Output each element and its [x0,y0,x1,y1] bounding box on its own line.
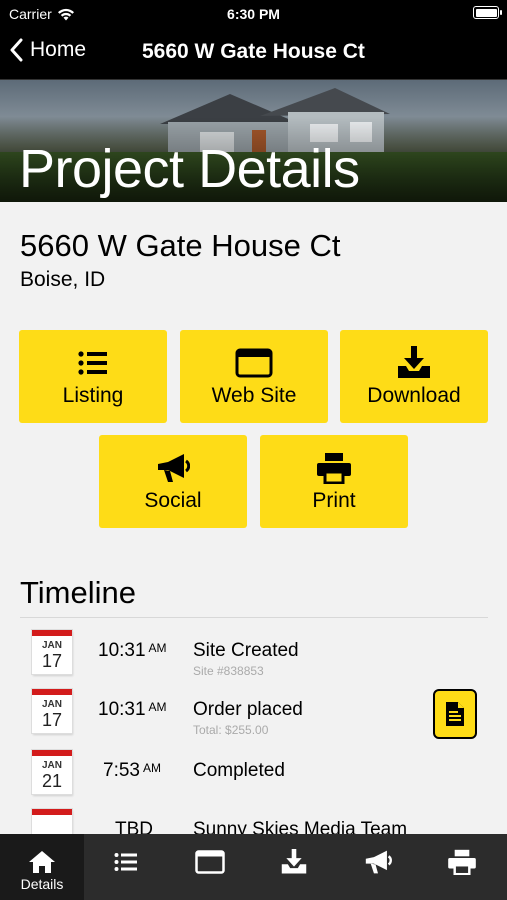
tab-website[interactable] [168,834,252,900]
tab-icon-wrap [84,848,168,876]
download-icon [281,849,307,874]
event-title: Site Created [193,640,299,661]
event-time: 10:31 AM [98,640,167,662]
tab-details[interactable]: Details [0,834,84,900]
status-bar: Carrier 6:30 PM [0,0,507,28]
printer-icon [317,453,351,484]
tab-icon-wrap [168,848,252,876]
page-title: Project Details [19,139,360,199]
website-button[interactable]: Web Site [180,330,328,423]
event-detail: Site #838853 [193,664,264,678]
home-icon [29,851,55,873]
download-button[interactable]: Download [340,330,488,423]
calendar-bar [32,750,72,756]
event-time-value: 10:31 [98,699,146,720]
megaphone-icon [158,454,190,482]
print-icon-wrap [260,451,408,485]
calendar-bar [32,630,72,636]
tab-icon-wrap [420,848,504,876]
event-time-value: 7:53 [103,760,140,781]
event-title: Order placed [193,699,303,720]
calendar-icon: JAN 21 [32,750,72,794]
calendar-bar [32,809,72,815]
social-button[interactable]: Social [99,435,247,528]
listing-icon-wrap [19,346,167,380]
top-bar: Carrier 6:30 PM Home 5660 W Gate House C… [0,0,507,80]
download-label: Download [367,384,461,407]
list-icon [78,351,107,375]
tab-bar: Details [0,834,507,900]
megaphone-icon [365,850,392,874]
back-label: Home [30,38,87,61]
social-label: Social [144,489,202,512]
calendar-icon: JAN 17 [32,689,72,733]
event-ampm: AM [142,761,161,775]
social-icon-wrap [99,451,247,485]
calendar-day: 17 [41,710,63,730]
timeline-title: Timeline [20,575,136,610]
browser-window-icon [235,348,273,378]
invoice-button[interactable] [433,689,477,739]
print-label: Print [312,489,356,512]
printer-icon [448,849,476,875]
event-time: 10:31 AM [98,699,167,721]
calendar-month: JAN [41,699,62,710]
event-title: Completed [193,760,285,781]
list-icon [114,853,137,871]
timeline-item: JAN 21 7:53 AM Completed [0,744,507,802]
event-detail: Total: $255.00 [193,723,269,737]
download-icon [398,346,430,378]
listing-label: Listing [62,384,124,407]
event-time-value: 10:31 [98,640,146,661]
back-button[interactable]: Home [10,38,86,62]
website-icon-wrap [180,346,328,380]
browser-window-icon [195,850,225,874]
battery-icon [473,6,502,19]
chevron-left-icon [10,38,23,62]
calendar-day: 21 [41,771,63,791]
download-icon-wrap [340,346,488,380]
tab-icon-wrap [0,848,84,876]
navigation-bar: Home 5660 W Gate House Ct [0,30,507,80]
print-button[interactable]: Print [260,435,408,528]
event-ampm: AM [148,700,167,714]
calendar-bar [32,689,72,695]
tab-icon-wrap [336,848,420,876]
tab-print[interactable] [420,834,504,900]
tab-details-label: Details [20,876,64,892]
calendar-icon: JAN 17 [32,630,72,674]
address-street: 5660 W Gate House Ct [20,228,341,263]
invoice-icon [446,702,464,726]
tab-download[interactable] [252,834,336,900]
status-time: 6:30 PM [227,6,280,22]
timeline-item: JAN 17 10:31 AM Order placed Total: $255.… [0,683,507,741]
nav-title: 5660 W Gate House Ct [142,40,365,63]
tab-social[interactable] [336,834,420,900]
listing-button[interactable]: Listing [19,330,167,423]
website-label: Web Site [211,384,297,407]
calendar-month: JAN [41,640,62,651]
event-ampm: AM [148,641,167,655]
calendar-day: 17 [41,651,63,671]
event-time: 7:53 AM [103,760,161,782]
tab-icon-wrap [252,848,336,876]
timeline-item: JAN 17 10:31 AM Site Created Site #838853 [0,624,507,682]
tab-listing[interactable] [84,834,168,900]
calendar-month: JAN [41,760,62,771]
address-city: Boise, ID [20,268,106,291]
timeline-divider [20,617,488,618]
